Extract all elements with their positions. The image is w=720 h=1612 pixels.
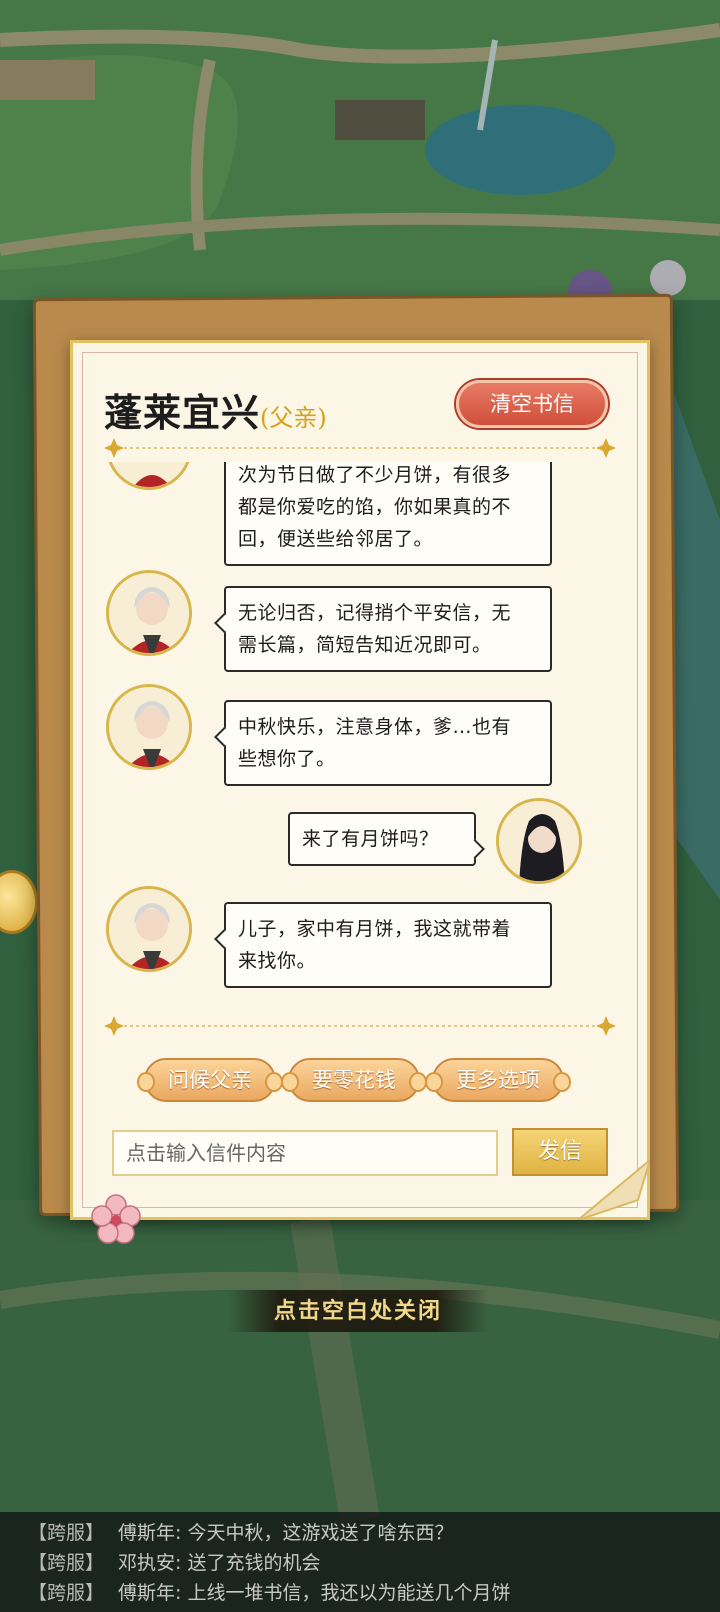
chat-sender: 邓执安 (118, 1552, 176, 1574)
chat-line: 【跨服】 邓执安: 送了充钱的机会 (0, 1548, 720, 1578)
message-line: 都是你爱吃的馅，你如果真的不 (238, 496, 512, 518)
chat-line: 【跨服】 傅斯年: 上线一堆书信，我还以为能送几个月饼 (0, 1578, 720, 1608)
message-line: 来了有月饼吗？ (302, 828, 439, 850)
clear-letters-button[interactable]: 清空书信 (456, 380, 608, 428)
chat-text: : 送了充钱的机会 (175, 1552, 321, 1574)
bottom-divider (104, 1016, 616, 1036)
top-divider (104, 438, 616, 458)
message-line: 回，便送些给邻居了。 (238, 528, 434, 550)
letter-title: 蓬莱宜兴(父亲) (104, 382, 327, 437)
sender-name: 蓬莱宜兴 (104, 390, 261, 435)
chat-line: 【跨服】 傅斯年: 今天中秋，这游戏送了啥东西？ (0, 1518, 720, 1548)
message-bubble: 中秋快乐，注意身体，爹…也有 些想你了。 (224, 700, 552, 786)
message-bubble: 无论归否，记得捎个平安信，无 需长篇，简短告知近况即可。 (224, 586, 552, 672)
chat-channel-tag: 【跨服】 (28, 1522, 105, 1544)
letter-input[interactable] (112, 1130, 498, 1176)
close-hint: 点击空白处关闭 (228, 1290, 488, 1332)
option-greet-father-button[interactable]: 问候父亲 (137, 1058, 283, 1102)
message-bubble: 次为节日做了不少月饼，有很多 都是你爱吃的馅，你如果真的不 回，便送些给邻居了。 (224, 462, 552, 566)
chat-text: : 今天中秋，这游戏送了啥东西？ (175, 1522, 454, 1544)
sender-relation: (父亲) (260, 404, 327, 432)
message-bubble: 儿子，家中有月饼，我这就带着 来找你。 (224, 902, 552, 988)
father-avatar[interactable] (106, 886, 192, 972)
send-letter-button[interactable]: 发信 (512, 1128, 608, 1176)
message-line: 儿子，家中有月饼，我这就带着 (238, 918, 512, 940)
option-more-button[interactable]: 更多选项 (425, 1058, 571, 1102)
chat-text: : 上线一堆书信，我还以为能送几个月饼 (175, 1582, 511, 1604)
father-avatar[interactable] (106, 684, 192, 770)
father-avatar (106, 462, 192, 490)
message-line: 来找你。 (238, 950, 317, 972)
chat-channel-tag: 【跨服】 (28, 1582, 105, 1604)
chat-sender: 傅斯年 (118, 1582, 176, 1604)
message-line: 需长篇，简短告知近况即可。 (238, 634, 492, 656)
player-message-bubble: 来了有月饼吗？ (288, 812, 476, 866)
message-line: 次为节日做了不少月饼，有很多 (238, 464, 512, 486)
world-chat-bar[interactable]: 【跨服】 傅斯年: 今天中秋，这游戏送了啥东西？ 【跨服】 邓执安: 送了充钱的机会… (0, 1512, 720, 1612)
blossom-icon (91, 1194, 141, 1244)
option-pocket-money-button[interactable]: 要零花钱 (281, 1058, 427, 1102)
message-list[interactable]: 次为节日做了不少月饼，有很多 都是你爱吃的馅，你如果真的不 回，便送些给邻居了。… (92, 462, 628, 1014)
message-line: 无论归否，记得捎个平安信，无 (238, 602, 512, 624)
message-line: 些想你了。 (238, 748, 336, 770)
message-line: 中秋快乐，注意身体，爹…也有 (238, 716, 512, 738)
chat-channel-tag: 【跨服】 (28, 1552, 105, 1574)
player-avatar[interactable] (496, 798, 582, 884)
father-avatar[interactable] (106, 570, 192, 656)
chat-sender: 傅斯年 (118, 1522, 176, 1544)
